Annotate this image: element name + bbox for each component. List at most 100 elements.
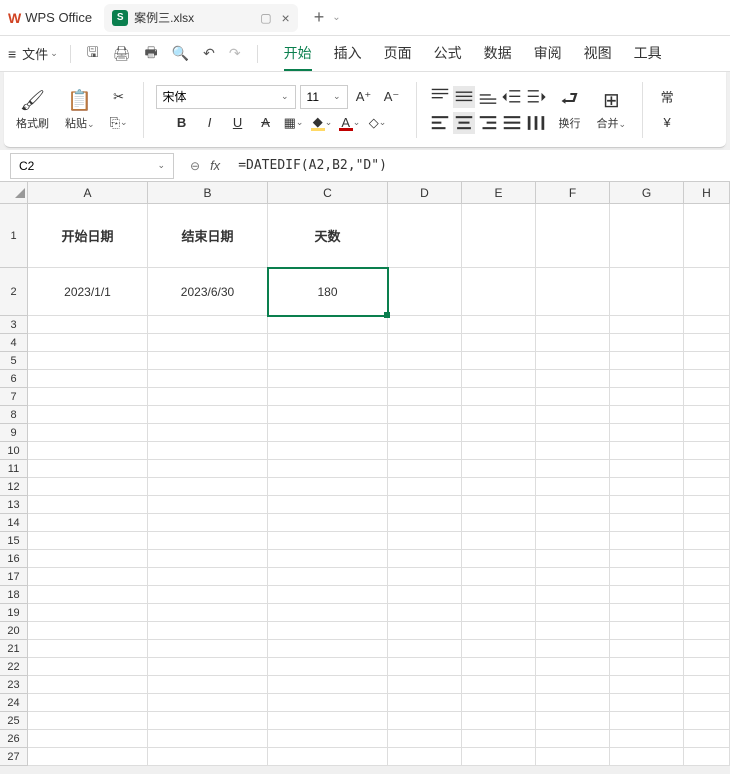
- cell-H24[interactable]: [684, 694, 730, 712]
- cell-A14[interactable]: [28, 514, 148, 532]
- cell-H23[interactable]: [684, 676, 730, 694]
- border-button[interactable]: ▦⌄: [282, 111, 306, 135]
- font-name-select[interactable]: 宋体⌄: [156, 85, 296, 109]
- cell-E20[interactable]: [462, 622, 536, 640]
- tab-formula[interactable]: 公式: [434, 37, 462, 71]
- row-header[interactable]: 12: [0, 478, 28, 496]
- cell-C16[interactable]: [268, 550, 388, 568]
- new-tab-chevron-icon[interactable]: ⌄: [332, 12, 340, 23]
- cell-D11[interactable]: [388, 460, 462, 478]
- cell-D27[interactable]: [388, 748, 462, 766]
- tab-review[interactable]: 审阅: [534, 37, 562, 71]
- cell-B5[interactable]: [148, 352, 268, 370]
- cell-E14[interactable]: [462, 514, 536, 532]
- cell-H8[interactable]: [684, 406, 730, 424]
- cell-A1[interactable]: 开始日期: [28, 204, 148, 268]
- cell-B2[interactable]: 2023/6/30: [148, 268, 268, 316]
- row-header[interactable]: 16: [0, 550, 28, 568]
- cell-E4[interactable]: [462, 334, 536, 352]
- cell-E3[interactable]: [462, 316, 536, 334]
- cell-H20[interactable]: [684, 622, 730, 640]
- cell-C7[interactable]: [268, 388, 388, 406]
- paste-button[interactable]: 📋 粘贴⌄: [61, 87, 99, 133]
- cell-E22[interactable]: [462, 658, 536, 676]
- row-header[interactable]: 22: [0, 658, 28, 676]
- decrease-font-icon[interactable]: A⁻: [380, 85, 404, 109]
- cell-F16[interactable]: [536, 550, 610, 568]
- cell-A20[interactable]: [28, 622, 148, 640]
- cell-H17[interactable]: [684, 568, 730, 586]
- cell-G24[interactable]: [610, 694, 684, 712]
- cell-D22[interactable]: [388, 658, 462, 676]
- cell-F9[interactable]: [536, 424, 610, 442]
- new-tab-button[interactable]: +: [314, 7, 325, 28]
- tab-view[interactable]: 视图: [584, 37, 612, 71]
- zoom-fit-icon[interactable]: ⊖: [190, 159, 200, 173]
- column-header-C[interactable]: C: [268, 182, 388, 204]
- cell-F10[interactable]: [536, 442, 610, 460]
- cell-C20[interactable]: [268, 622, 388, 640]
- cell-H21[interactable]: [684, 640, 730, 658]
- cell-A5[interactable]: [28, 352, 148, 370]
- cell-G23[interactable]: [610, 676, 684, 694]
- cell-C18[interactable]: [268, 586, 388, 604]
- cell-B7[interactable]: [148, 388, 268, 406]
- cell-B21[interactable]: [148, 640, 268, 658]
- tab-window-icon[interactable]: ▢: [260, 11, 271, 25]
- cell-E26[interactable]: [462, 730, 536, 748]
- cell-H1[interactable]: [684, 204, 730, 268]
- cell-D3[interactable]: [388, 316, 462, 334]
- cell-H4[interactable]: [684, 334, 730, 352]
- row-header[interactable]: 1: [0, 204, 28, 268]
- format-painter-button[interactable]: 🖌 格式刷: [12, 87, 53, 133]
- cell-H9[interactable]: [684, 424, 730, 442]
- row-header[interactable]: 13: [0, 496, 28, 514]
- wrap-text-button[interactable]: ⮐ 换行: [555, 87, 585, 133]
- cell-E24[interactable]: [462, 694, 536, 712]
- cell-C13[interactable]: [268, 496, 388, 514]
- column-header-D[interactable]: D: [388, 182, 462, 204]
- cell-F8[interactable]: [536, 406, 610, 424]
- select-all-corner[interactable]: [0, 182, 28, 204]
- distributed-icon[interactable]: [525, 112, 547, 134]
- cell-B27[interactable]: [148, 748, 268, 766]
- fill-color-button[interactable]: ◆⌄: [310, 111, 334, 135]
- cell-H11[interactable]: [684, 460, 730, 478]
- cell-E18[interactable]: [462, 586, 536, 604]
- cell-C5[interactable]: [268, 352, 388, 370]
- row-header[interactable]: 23: [0, 676, 28, 694]
- justify-icon[interactable]: [501, 112, 523, 134]
- cell-B9[interactable]: [148, 424, 268, 442]
- cell-G5[interactable]: [610, 352, 684, 370]
- cell-B26[interactable]: [148, 730, 268, 748]
- cell-G1[interactable]: [610, 204, 684, 268]
- cell-D17[interactable]: [388, 568, 462, 586]
- cell-E5[interactable]: [462, 352, 536, 370]
- row-header[interactable]: 3: [0, 316, 28, 334]
- cell-A17[interactable]: [28, 568, 148, 586]
- tab-tools[interactable]: 工具: [634, 37, 662, 71]
- cell-E11[interactable]: [462, 460, 536, 478]
- cell-E23[interactable]: [462, 676, 536, 694]
- row-header[interactable]: 5: [0, 352, 28, 370]
- cell-G22[interactable]: [610, 658, 684, 676]
- increase-indent-icon[interactable]: [525, 86, 547, 108]
- cell-B18[interactable]: [148, 586, 268, 604]
- cell-H27[interactable]: [684, 748, 730, 766]
- cell-E1[interactable]: [462, 204, 536, 268]
- cell-B23[interactable]: [148, 676, 268, 694]
- cell-H13[interactable]: [684, 496, 730, 514]
- cell-E21[interactable]: [462, 640, 536, 658]
- tab-data[interactable]: 数据: [484, 37, 512, 71]
- cell-B17[interactable]: [148, 568, 268, 586]
- redo-icon[interactable]: ↷: [225, 45, 245, 62]
- cell-B13[interactable]: [148, 496, 268, 514]
- cell-A26[interactable]: [28, 730, 148, 748]
- cell-A21[interactable]: [28, 640, 148, 658]
- cell-D2[interactable]: [388, 268, 462, 316]
- cell-B20[interactable]: [148, 622, 268, 640]
- cell-C19[interactable]: [268, 604, 388, 622]
- cell-E12[interactable]: [462, 478, 536, 496]
- cell-A3[interactable]: [28, 316, 148, 334]
- copy-icon[interactable]: ⎘⌄: [107, 111, 131, 135]
